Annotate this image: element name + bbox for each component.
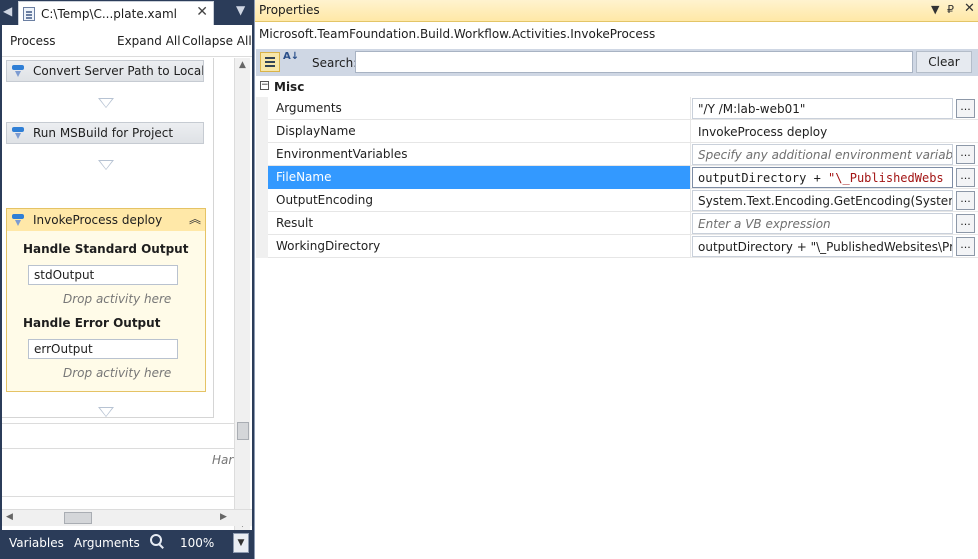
property-row-arguments[interactable]: Arguments "/Y /M:lab-web01" ... (256, 97, 978, 120)
property-name[interactable]: OutputEncoding (268, 189, 691, 212)
expression-editor-button[interactable]: ... (956, 191, 975, 210)
erroutput-variable-field[interactable]: errOutput (28, 339, 178, 359)
activity-label: InvokeProcess deploy (33, 213, 163, 227)
activity-icon (11, 126, 25, 140)
auto-hide-pin-icon[interactable]: ₽ (947, 3, 954, 16)
clear-search-button[interactable]: Clear (916, 51, 972, 73)
stdoutput-variable-field[interactable]: stdOutput (28, 265, 178, 285)
property-row-filename[interactable]: FileName outputDirectory + "\_PublishedW… (256, 166, 978, 189)
activity-run-msbuild[interactable]: Run MSBuild for Project (6, 122, 204, 144)
connector-arrow-icon[interactable] (98, 407, 114, 417)
property-row-environmentvariables[interactable]: EnvironmentVariables Specify any additio… (256, 143, 978, 166)
connector-arrow-icon[interactable] (98, 98, 114, 108)
properties-title: Properties (259, 3, 320, 17)
collapse-all-button[interactable]: Collapse All (182, 34, 252, 48)
activity-convert-server-path[interactable]: Convert Server Path to Local (6, 60, 204, 82)
property-name[interactable]: EnvironmentVariables (268, 143, 691, 166)
arguments-button[interactable]: Arguments (74, 536, 140, 550)
connector-arrow-icon[interactable] (98, 160, 114, 170)
designer-surface: Process Expand All Collapse All Convert … (2, 25, 252, 531)
activity-label: Convert Server Path to Local (33, 64, 203, 78)
collapse-category-icon[interactable]: − (260, 81, 269, 90)
selected-object-type: Microsoft.TeamFoundation.Build.Workflow.… (259, 27, 656, 41)
horizontal-scrollbar[interactable]: ◀ ▶ (2, 509, 252, 526)
scroll-right-icon[interactable]: ▶ (220, 512, 227, 522)
activity-icon (11, 213, 25, 227)
category-row-misc[interactable]: − Misc (256, 77, 978, 97)
vertical-scrollbar[interactable]: ▲ ▼ (234, 58, 250, 531)
property-name[interactable]: FileName (268, 166, 691, 189)
expression-editor-button[interactable]: ... (956, 168, 975, 187)
variables-button[interactable]: Variables (9, 536, 64, 550)
expression-code: outputDirectory + (698, 171, 829, 185)
workflow-canvas: Convert Server Path to Local Run MSBuild… (2, 58, 234, 445)
category-name: Misc (274, 80, 305, 94)
activity-icon (11, 64, 25, 78)
drop-activity-hint[interactable]: Drop activity here (63, 366, 171, 380)
property-grid: − Misc Arguments "/Y /M:lab-web01" ... D… (256, 77, 978, 258)
activity-label: Run MSBuild for Project (33, 126, 174, 140)
zoom-level[interactable]: 100% (180, 536, 214, 550)
outputencoding-value-field[interactable]: System.Text.Encoding.GetEncoding(System.… (692, 190, 953, 211)
property-row-workingdirectory[interactable]: WorkingDirectory outputDirectory + "\_Pu… (256, 235, 978, 258)
expression-editor-button[interactable]: ... (956, 99, 975, 118)
environmentvariables-value-field[interactable]: Specify any additional environment varia… (692, 144, 953, 165)
expression-editor-button[interactable]: ... (956, 214, 975, 233)
property-name[interactable]: WorkingDirectory (268, 235, 691, 258)
zoom-dropdown-button[interactable]: ▼ (233, 533, 249, 553)
property-row-result[interactable]: Result Enter a VB expression ... (256, 212, 978, 235)
filename-expression-editor[interactable]: outputDirectory + "\_PublishedWebs (692, 167, 953, 188)
activity-invoke-process[interactable]: InvokeProcess deploy ︽ Handle Standard O… (6, 208, 206, 392)
breadcrumb: Process Expand All Collapse All (2, 25, 252, 57)
designer-footer: Variables Arguments 100% ▼ (0, 530, 252, 559)
zoom-magnifier-icon[interactable] (150, 534, 164, 548)
result-value-field[interactable]: Enter a VB expression (692, 213, 953, 234)
horizontal-scroll-thumb[interactable] (64, 512, 92, 524)
document-tab[interactable]: C:\Temp\C...plate.xaml ✕ (18, 1, 214, 25)
property-row-displayname[interactable]: DisplayName InvokeProcess deploy (256, 120, 978, 143)
expression-editor-button[interactable]: ... (956, 237, 975, 256)
tab-scroll-left-icon[interactable]: ◀ (3, 4, 12, 18)
property-name[interactable]: Result (268, 212, 691, 235)
expression-string-literal: "\_PublishedWebs (828, 171, 944, 185)
document-tab-title: C:\Temp\C...plate.xaml (41, 6, 177, 21)
divider (2, 496, 234, 497)
search-label: Search: (312, 56, 358, 70)
properties-title-bar: Properties ▼ ₽ ✕ (255, 0, 978, 22)
properties-toolbar: A↓ Search: Clear (256, 49, 978, 76)
window-position-dropdown-icon[interactable]: ▼ (931, 3, 939, 16)
breadcrumb-process[interactable]: Process (10, 34, 56, 48)
close-icon[interactable]: ✕ (964, 1, 975, 16)
xaml-file-icon (23, 6, 35, 21)
vertical-scroll-thumb[interactable] (237, 422, 249, 440)
divider (2, 448, 234, 449)
alphabetical-sort-icon[interactable]: A↓ (283, 52, 303, 72)
tab-list-dropdown-icon[interactable]: ▼ (236, 3, 245, 17)
expression-editor-button[interactable]: ... (956, 145, 975, 164)
scroll-up-icon[interactable]: ▲ (239, 60, 246, 70)
categorized-view-icon[interactable] (260, 52, 280, 72)
document-tab-strip: ◀ C:\Temp\C...plate.xaml ✕ ▼ (0, 0, 252, 25)
truncated-hint-text: Har (212, 453, 234, 467)
workflow-designer-pane: ◀ C:\Temp\C...plate.xaml ✕ ▼ Process Exp… (0, 0, 252, 559)
property-row-outputencoding[interactable]: OutputEncoding System.Text.Encoding.GetE… (256, 189, 978, 212)
displayname-value-field[interactable]: InvokeProcess deploy (692, 121, 953, 142)
workingdirectory-value-field[interactable]: outputDirectory + "\_PublishedWebsites\P… (692, 236, 953, 257)
invoke-process-header[interactable]: InvokeProcess deploy ︽ (7, 209, 205, 231)
property-name[interactable]: Arguments (268, 97, 691, 120)
standard-output-title: Handle Standard Output (23, 242, 189, 256)
scroll-left-icon[interactable]: ◀ (6, 512, 13, 522)
collapse-activity-icon[interactable]: ︽ (189, 212, 201, 226)
property-name[interactable]: DisplayName (268, 120, 691, 143)
property-search-input[interactable] (355, 51, 913, 73)
error-output-title: Handle Error Output (23, 316, 161, 330)
arguments-value-field[interactable]: "/Y /M:lab-web01" (692, 98, 953, 119)
drop-activity-hint[interactable]: Drop activity here (63, 292, 171, 306)
properties-pane: Properties ▼ ₽ ✕ Microsoft.TeamFoundatio… (254, 0, 978, 559)
expand-all-button[interactable]: Expand All (117, 34, 181, 48)
close-tab-icon[interactable]: ✕ (196, 4, 208, 20)
